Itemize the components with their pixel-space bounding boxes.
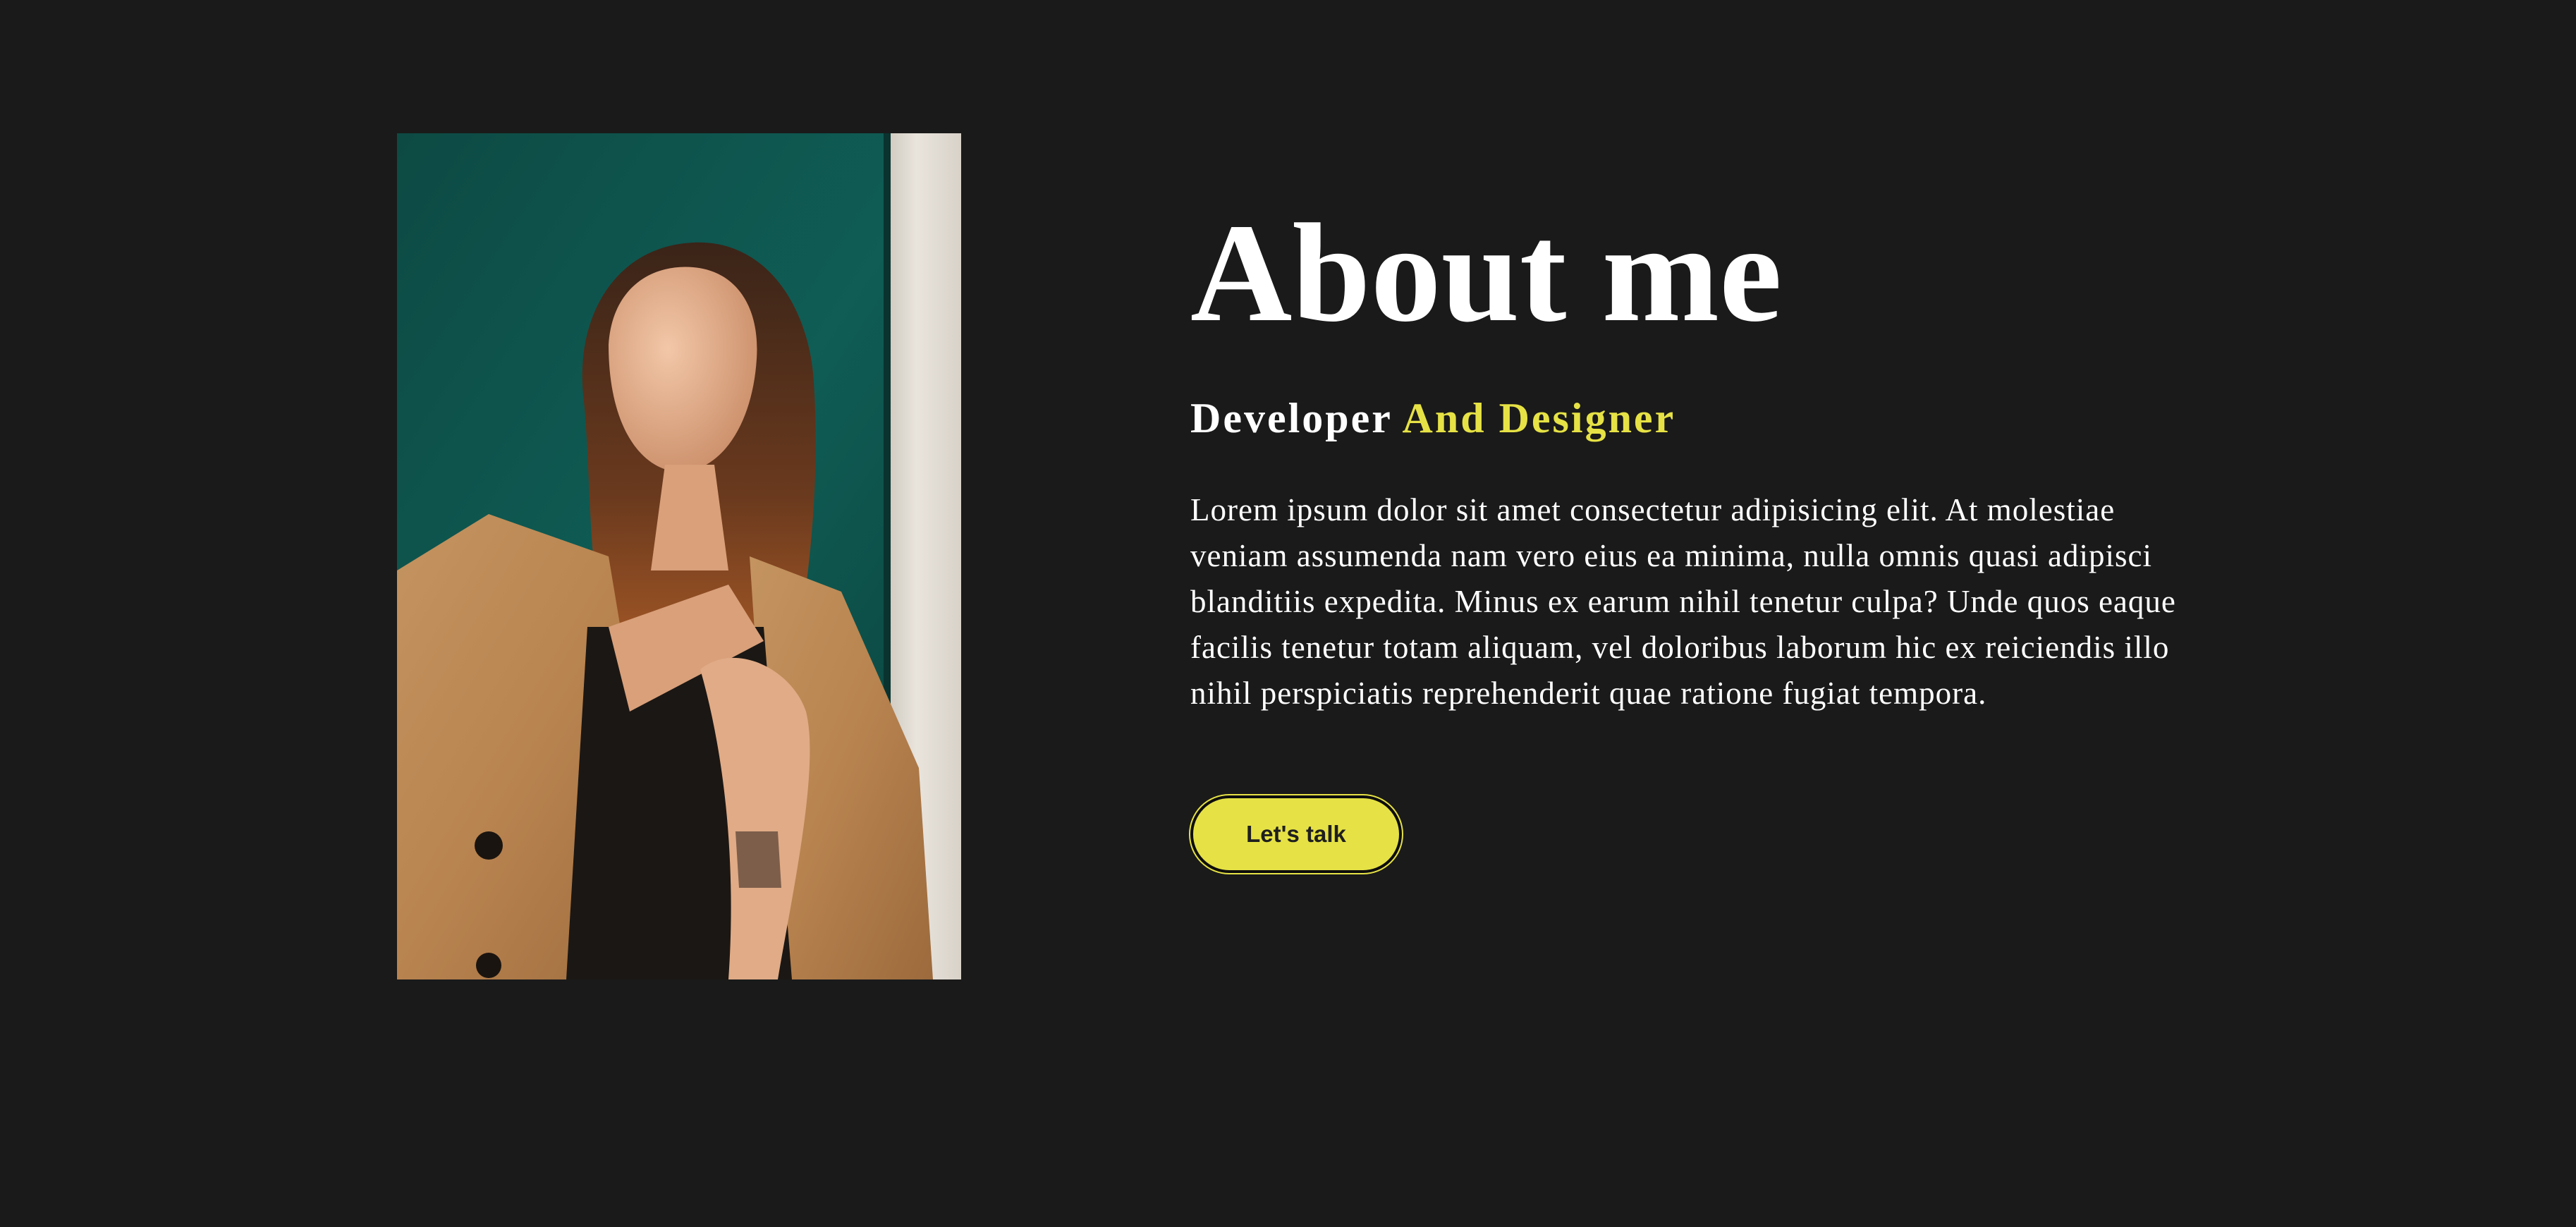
about-section: About me Developer And Designer Lorem ip… (0, 0, 2576, 1227)
lets-talk-button[interactable]: Let's talk (1190, 795, 1402, 873)
subtitle-role-primary: Developer (1190, 395, 1392, 441)
subtitle-role-accent: And Designer (1402, 395, 1676, 441)
about-content: About me Developer And Designer Lorem ip… (1190, 190, 2178, 873)
page-title: About me (1190, 195, 1782, 351)
about-description: Lorem ipsum dolor sit amet consectetur a… (1190, 492, 2176, 711)
profile-photo (397, 133, 961, 979)
subtitle: Developer And Designer (1190, 390, 2178, 446)
